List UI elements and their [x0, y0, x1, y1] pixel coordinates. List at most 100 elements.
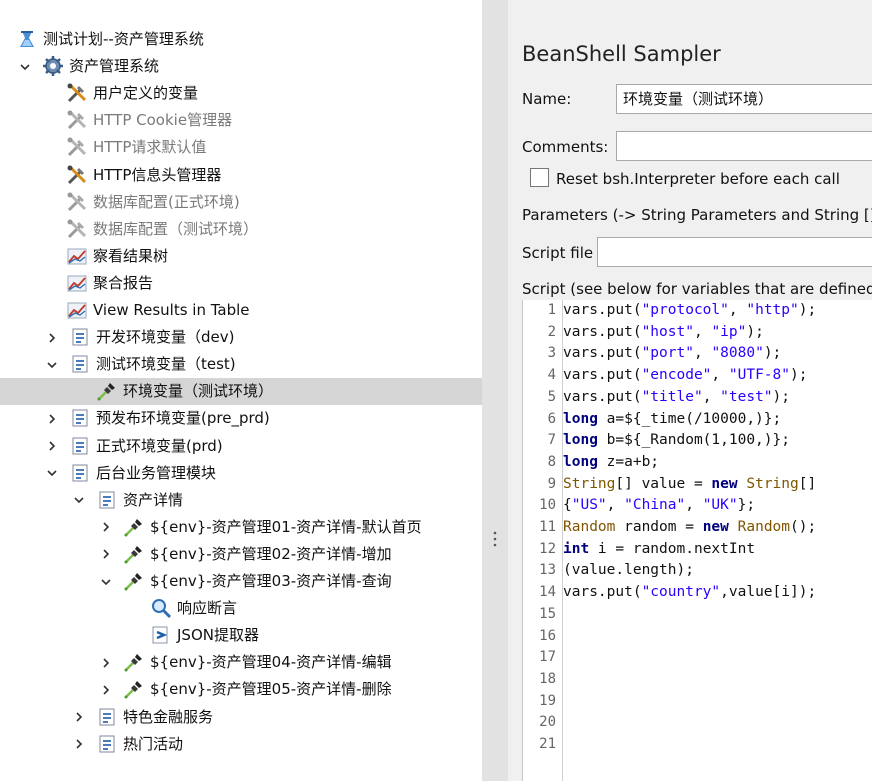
tree-node[interactable]: ${env}-资产管理01-资产详情-默认首页	[0, 514, 482, 541]
tree-node[interactable]: ${env}-资产管理04-资产详情-编辑	[0, 649, 482, 676]
tree-node-label: ${env}-资产管理01-资产详情-默认首页	[150, 517, 422, 536]
line-number: 4	[547, 367, 556, 384]
reset-interpreter-label: Reset bsh.Interpreter before each call	[556, 170, 840, 188]
chevron-right-icon[interactable]	[72, 731, 86, 758]
tree-node[interactable]: 测试计划--资产管理系统	[0, 26, 482, 53]
chevron-right-icon[interactable]	[99, 514, 113, 541]
tree-node[interactable]: ${env}-资产管理05-资产详情-删除	[0, 676, 482, 703]
tree-node[interactable]: 预发布环境变量(pre_prd)	[0, 405, 482, 432]
code-line: vars.put("title", "test");	[563, 388, 791, 405]
tree-node[interactable]: 数据库配置（测试环境）	[0, 216, 482, 243]
tree-node[interactable]: 资产详情	[0, 487, 482, 514]
chevron-right-icon[interactable]	[45, 433, 59, 460]
chevron-right-icon[interactable]	[45, 324, 59, 351]
tree-node[interactable]: View Results in Table	[0, 297, 482, 324]
controller-icon	[69, 353, 91, 375]
tree-node[interactable]: 响应断言	[0, 595, 482, 622]
chevron-right-icon[interactable]	[99, 676, 113, 703]
config-tools-disabled-icon	[66, 109, 88, 131]
code-line: vars.put("country",value[i]);	[563, 584, 817, 601]
tree-node[interactable]: HTTP请求默认值	[0, 134, 482, 161]
controller-icon	[96, 733, 118, 755]
code-line: vars.put("host", "ip");	[563, 323, 764, 340]
line-number: 16	[539, 627, 556, 644]
chevron-down-icon[interactable]	[45, 460, 59, 487]
chevron-right-icon[interactable]	[99, 541, 113, 568]
line-number: 7	[547, 432, 556, 449]
line-number: 1	[547, 302, 556, 318]
chevron-down-icon[interactable]	[45, 351, 59, 378]
sampler-pipette-icon	[96, 380, 118, 402]
listener-chart-icon	[66, 299, 88, 321]
chevron-right-icon[interactable]	[45, 405, 59, 432]
code-line: {"US", "China", "UK"};	[563, 497, 756, 514]
config-tools-disabled-icon	[66, 191, 88, 213]
line-number: 21	[539, 736, 556, 752]
code-line: (value.length);	[563, 562, 694, 579]
test-plan-tree[interactable]: 测试计划--资产管理系统 资产管理系统 用户定义的变量 HTTP Cookie管理器 H…	[0, 0, 482, 781]
tree-node[interactable]: ${env}-资产管理02-资产详情-增加	[0, 541, 482, 568]
script-file-input[interactable]	[597, 237, 872, 267]
tree-node[interactable]: HTTP信息头管理器	[0, 162, 482, 189]
script-label: Script (see below for variables that are…	[522, 280, 872, 298]
line-number: 15	[539, 605, 556, 622]
name-label: Name:	[522, 90, 572, 108]
tree-node-label: 测试环境变量（test)	[96, 355, 236, 374]
script-file-label: Script file	[522, 244, 594, 262]
config-tools-disabled-icon	[66, 218, 88, 240]
code-line: String[] value = new String[]	[563, 475, 817, 492]
line-number: 13	[539, 562, 556, 579]
tree-node[interactable]: HTTP Cookie管理器	[0, 107, 482, 134]
tree-node[interactable]: 环境变量（测试环境）	[0, 378, 482, 406]
sampler-pipette-icon	[123, 678, 145, 700]
test-plan-icon	[16, 28, 38, 50]
reset-interpreter-checkbox[interactable]	[530, 168, 549, 187]
sampler-pipette-icon	[123, 516, 145, 538]
tree-node-label: 资产详情	[123, 490, 184, 509]
comments-label: Comments:	[522, 138, 609, 156]
tree-node[interactable]: 热门活动	[0, 731, 482, 758]
panel-title: BeanShell Sampler	[522, 42, 721, 66]
line-number: 11	[539, 519, 556, 535]
chevron-down-icon[interactable]	[72, 487, 86, 514]
comments-input[interactable]	[616, 131, 872, 161]
tree-node[interactable]: 开发环境变量（dev)	[0, 324, 482, 351]
tree-node-label: 数据库配置(正式环境)	[93, 192, 240, 211]
tree-node-label: 预发布环境变量(pre_prd)	[96, 409, 270, 428]
tree-node[interactable]: 资产管理系统	[0, 53, 482, 80]
line-number: 6	[547, 410, 556, 427]
listener-chart-icon	[66, 245, 88, 267]
tree-node-label: View Results in Table	[93, 301, 250, 319]
sampler-pipette-icon	[123, 651, 145, 673]
tree-node[interactable]: 后台业务管理模块	[0, 460, 482, 487]
line-number: 18	[539, 670, 556, 687]
tree-node[interactable]: 察看结果树	[0, 243, 482, 270]
panel-splitter[interactable]	[482, 0, 508, 781]
tree-node[interactable]: 特色金融服务	[0, 704, 482, 731]
chevron-right-icon[interactable]	[72, 704, 86, 731]
tree-node[interactable]: 数据库配置(正式环境)	[0, 189, 482, 216]
chevron-down-icon[interactable]	[99, 568, 113, 595]
script-editor[interactable]: 1 2 3 4 5 6 7 8 9 10 11 12 13 14 15 16 17 18 19 20 21 vars.p…	[522, 300, 872, 781]
tree-node-label: HTTP请求默认值	[93, 138, 207, 157]
tree-node[interactable]: 测试环境变量（test)	[0, 351, 482, 378]
tree-node[interactable]: 用户定义的变量	[0, 80, 482, 107]
line-number: 5	[547, 388, 556, 405]
tree-node-label: 响应断言	[177, 599, 238, 618]
name-input[interactable]: 环境变量（测试环境）	[616, 84, 872, 114]
chevron-right-icon[interactable]	[99, 649, 113, 676]
parameters-label: Parameters (-> String Parameters and Str…	[522, 206, 872, 224]
controller-icon	[96, 706, 118, 728]
code-line: long a=${_time(/10000,)};	[563, 410, 782, 427]
code-line: Random random = new Random();	[563, 519, 817, 535]
sampler-pipette-icon	[123, 543, 145, 565]
controller-icon	[69, 326, 91, 348]
tree-node-label: ${env}-资产管理03-资产详情-查询	[150, 572, 392, 590]
tree-node-label: 环境变量（测试环境）	[123, 382, 274, 401]
tree-node[interactable]: ${env}-资产管理03-资产详情-查询	[0, 568, 482, 595]
tree-node[interactable]: JSON提取器	[0, 622, 482, 649]
tree-node[interactable]: 正式环境变量(prd)	[0, 433, 482, 460]
chevron-down-icon[interactable]	[18, 53, 32, 80]
tree-node[interactable]: 聚合报告	[0, 270, 482, 297]
line-number: 9	[547, 475, 556, 492]
